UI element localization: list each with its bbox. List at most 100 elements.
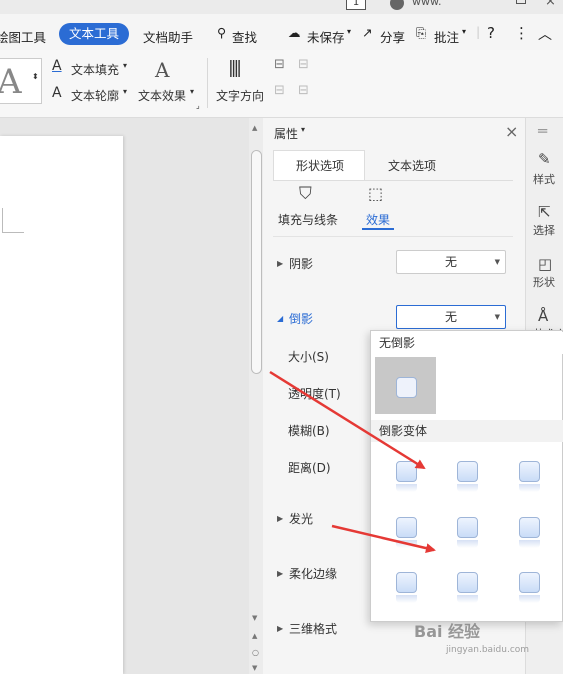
soft-edges-section[interactable]: 柔化边缘 xyxy=(289,565,337,582)
comment-icon: ⎘ xyxy=(416,25,427,40)
cloud-icon: ☁ xyxy=(288,25,301,40)
reflection-label[interactable]: 倒影 xyxy=(289,310,313,327)
effects-icon: ⬚ xyxy=(368,184,384,203)
divider xyxy=(273,236,513,237)
expand-arrow-icon[interactable]: ▶ xyxy=(277,569,283,578)
drag-handle-icon[interactable]: ═ xyxy=(538,122,547,140)
transparency-label: 透明度(T) xyxy=(288,387,341,401)
text-outline-button[interactable]: 文本轮廓 xyxy=(71,87,119,104)
chevron-down-icon: ▼ xyxy=(494,313,500,321)
chevron-down-icon: ▾ xyxy=(301,125,306,134)
reflection-variants-header: 倒影变体 xyxy=(371,420,563,442)
menu-doc-assistant[interactable]: 文档助手 xyxy=(143,27,193,46)
more-icon[interactable]: ⋮ xyxy=(514,24,529,42)
sidebar-item-style[interactable]: 样式 xyxy=(533,171,555,187)
reflection-variant-tile[interactable] xyxy=(519,517,540,548)
chevron-down-icon: ▾ xyxy=(190,87,195,96)
expand-arrow-icon[interactable]: ▶ xyxy=(277,259,283,268)
select-cursor-icon: ⇱ xyxy=(538,203,551,221)
reflection-variant-tile[interactable] xyxy=(396,461,417,492)
glow-section[interactable]: 发光 xyxy=(289,510,313,527)
text-outline-icon: A xyxy=(52,85,62,101)
text-style-preview[interactable]: A xyxy=(0,58,42,104)
help-icon[interactable]: ? xyxy=(487,24,495,42)
expand-arrow-icon[interactable]: ▶ xyxy=(277,624,283,633)
align-icon[interactable]: ⊟ xyxy=(274,57,285,72)
align-icon: ⊟ xyxy=(298,57,309,72)
tab-text-options[interactable]: 文本选项 xyxy=(388,157,436,174)
reflection-dropdown[interactable]: 无 ▼ xyxy=(396,305,506,329)
divider xyxy=(273,180,513,181)
watermark-url: jingyan.baidu.com xyxy=(446,645,530,655)
reflection-variant-tile[interactable] xyxy=(519,461,540,492)
menu-annotate[interactable]: 批注 xyxy=(434,27,459,46)
no-reflection-header: 无倒影 xyxy=(371,332,563,354)
sidebar-item-shapes[interactable]: 形状 xyxy=(533,274,555,290)
reflection-variant-tile[interactable] xyxy=(457,461,478,492)
close-pane-icon[interactable]: × xyxy=(505,122,518,141)
text-fill-icon: A xyxy=(52,58,62,74)
sidebar-item-select[interactable]: 选择 xyxy=(533,222,555,238)
expand-arrow-icon[interactable]: ▶ xyxy=(277,514,283,523)
page-up-icon[interactable]: ▲ xyxy=(252,632,257,640)
reflection-variant-tile[interactable] xyxy=(519,572,540,603)
menu-find[interactable]: 查找 xyxy=(232,27,257,46)
document-page[interactable] xyxy=(0,136,123,674)
shadow-label[interactable]: 阴影 xyxy=(289,255,313,272)
separator xyxy=(207,58,208,108)
reflection-variant-tile[interactable] xyxy=(396,572,417,603)
text-fill-button[interactable]: 文本填充 xyxy=(71,61,119,78)
shadow-value: 无 xyxy=(444,255,457,269)
share-icon: ↗ xyxy=(362,25,373,40)
maximize-button[interactable] xyxy=(516,0,526,4)
size-label: 大小(S) xyxy=(288,350,329,364)
style-icon: ✎ xyxy=(538,150,551,168)
no-reflection-tile xyxy=(396,377,417,398)
menu-text-tools[interactable]: 文本工具 xyxy=(59,23,129,45)
chevron-down-icon: ▾ xyxy=(123,61,128,70)
subtab-effects[interactable]: 效果 xyxy=(366,211,390,228)
window-count-badge: 1 xyxy=(346,0,366,10)
blur-label: 模糊(B) xyxy=(288,424,330,438)
paint-bucket-icon: ⛉ xyxy=(299,184,312,204)
scrollbar-thumb[interactable] xyxy=(251,150,262,374)
menu-unsaved[interactable]: 未保存 xyxy=(307,27,345,46)
collapse-ribbon-icon[interactable]: ︿ xyxy=(538,24,552,44)
title-bar xyxy=(0,0,563,14)
reflection-variant-tile[interactable] xyxy=(396,517,417,548)
select-browse-icon[interactable]: ○ xyxy=(252,648,259,657)
align-icon: ⊟ xyxy=(274,83,285,98)
three-d-format-section[interactable]: 三维格式 xyxy=(289,620,337,637)
expand-group-icon[interactable]: ⌟ xyxy=(196,101,200,110)
shadow-dropdown[interactable]: 无 ▼ xyxy=(396,250,506,274)
separator: | xyxy=(476,24,481,39)
shapes-icon: ◰ xyxy=(538,255,553,273)
tab-shape-options[interactable]: 形状选项 xyxy=(296,157,344,174)
scroll-down-icon[interactable]: ▼ xyxy=(252,614,257,622)
pane-title[interactable]: 属性 xyxy=(274,125,298,142)
style-dropdown-icon[interactable]: ⬍ xyxy=(32,72,39,81)
distance-label: 距离(D) xyxy=(288,461,331,475)
text-direction-icon: ‖‖ xyxy=(228,58,242,78)
text-effect-icon: A xyxy=(155,58,170,82)
menu-share[interactable]: 分享 xyxy=(380,27,405,46)
margin-marker xyxy=(2,232,24,233)
collapse-arrow-icon[interactable]: ◢ xyxy=(277,314,283,323)
menu-drawing-tools[interactable]: 绘图工具 xyxy=(0,27,46,46)
scroll-up-icon[interactable]: ▲ xyxy=(252,124,257,132)
close-window-button[interactable]: × xyxy=(545,0,556,9)
reflection-variant-tile[interactable] xyxy=(457,517,478,548)
search-icon[interactable]: ⚲ xyxy=(217,25,226,40)
reflection-variant-tile[interactable] xyxy=(457,572,478,603)
subtab-fill-line[interactable]: 填充与线条 xyxy=(278,211,338,228)
chevron-down-icon: ▾ xyxy=(123,87,128,96)
user-name: www. xyxy=(412,0,442,8)
page-down-icon[interactable]: ▼ xyxy=(252,664,257,672)
active-subtab-indicator xyxy=(362,228,394,230)
chevron-down-icon: ▾ xyxy=(462,27,467,36)
text-effect-button[interactable]: 文本效果 xyxy=(138,87,186,104)
watermark-logo: Bai 经验 xyxy=(414,622,481,641)
align-icon: ⊟ xyxy=(298,83,309,98)
text-direction-button[interactable]: 文字方向 xyxy=(216,87,264,104)
margin-marker xyxy=(2,208,3,232)
